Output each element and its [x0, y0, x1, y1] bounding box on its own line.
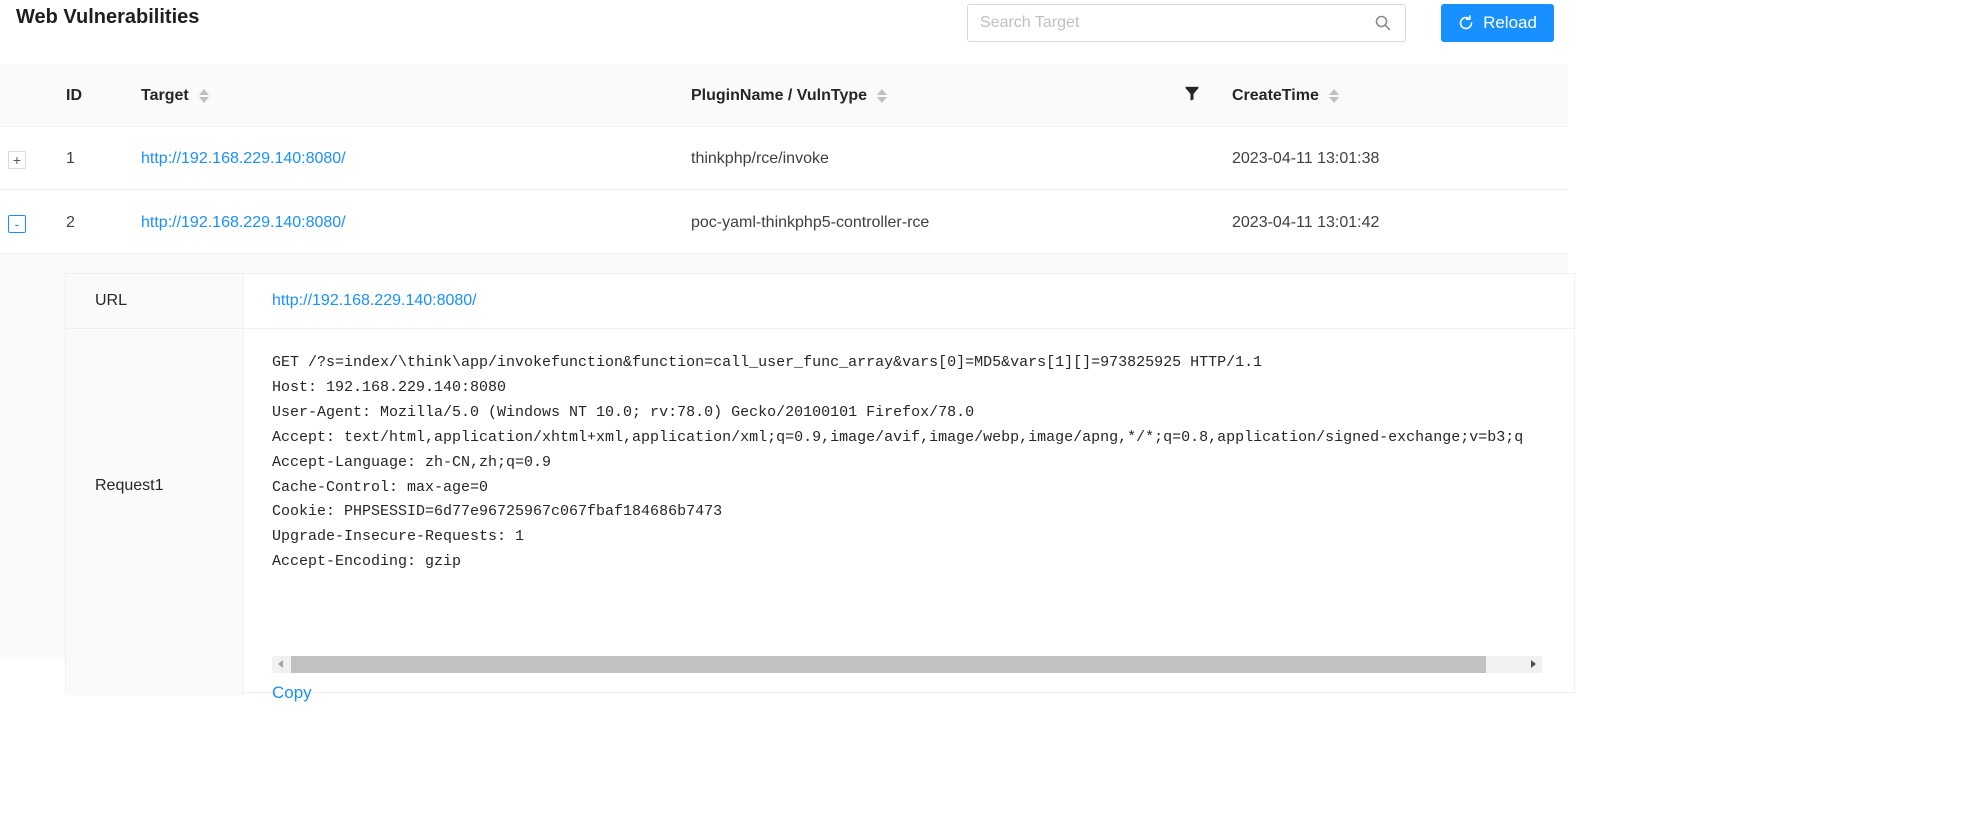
- url-label: URL: [66, 274, 244, 328]
- detail-table: URL http://192.168.229.140:8080/ Request…: [65, 273, 1575, 702]
- reload-label: Reload: [1483, 13, 1537, 32]
- horizontal-scrollbar[interactable]: [272, 656, 1542, 673]
- column-header-label: PluginName / VulnType: [691, 86, 868, 104]
- cell-target: http://192.168.229.140:8080/: [141, 127, 346, 190]
- column-header-target[interactable]: Target: [141, 64, 209, 127]
- table-row: + 1 http://192.168.229.140:8080/ thinkph…: [0, 127, 1568, 190]
- table-row: - 2 http://192.168.229.140:8080/ poc-yam…: [0, 191, 1568, 254]
- sort-icon[interactable]: [198, 88, 209, 103]
- reload-icon: [1459, 15, 1473, 30]
- url-value-cell: http://192.168.229.140:8080/: [244, 274, 1574, 328]
- request-label-text: Request1: [95, 477, 164, 494]
- cell-plugin: poc-yaml-thinkphp5-controller-rce: [691, 213, 930, 231]
- scroll-left-icon[interactable]: [278, 660, 283, 668]
- request-label: Request1: [66, 329, 244, 695]
- cell-target: http://192.168.229.140:8080/: [141, 191, 346, 254]
- column-header-id: ID: [66, 64, 82, 127]
- cell-id: 1: [66, 149, 75, 167]
- search-input[interactable]: [980, 5, 1360, 41]
- sort-icon[interactable]: [1328, 88, 1339, 103]
- column-header-createtime[interactable]: CreateTime: [1232, 64, 1339, 127]
- filter-icon[interactable]: [1184, 86, 1200, 102]
- sort-icon[interactable]: [877, 88, 888, 103]
- column-header-label: ID: [66, 86, 82, 104]
- table-header: ID Target PluginName / VulnType CreateTi…: [0, 64, 1568, 127]
- search-box[interactable]: [967, 4, 1406, 42]
- reload-button[interactable]: Reload: [1441, 4, 1554, 42]
- target-link[interactable]: http://192.168.229.140:8080/: [141, 150, 346, 168]
- page-title: Web Vulnerabilities: [16, 6, 200, 28]
- cell-plugin: thinkphp/rce/invoke: [691, 149, 829, 167]
- column-header-label: CreateTime: [1232, 86, 1319, 104]
- cell-createtime: 2023-04-11 13:01:42: [1232, 213, 1380, 231]
- cell-createtime: 2023-04-11 13:01:38: [1232, 149, 1380, 167]
- collapse-row-button[interactable]: -: [8, 215, 26, 233]
- expanded-row: URL http://192.168.229.140:8080/ Request…: [0, 254, 1575, 702]
- url-link[interactable]: http://192.168.229.140:8080/: [272, 292, 477, 310]
- copy-button[interactable]: Copy: [272, 683, 312, 703]
- expand-row-button[interactable]: +: [8, 151, 26, 169]
- request-raw-text: GET /?s=index/\think\app/invokefunction&…: [272, 354, 1524, 571]
- scroll-right-icon[interactable]: [1531, 660, 1536, 668]
- target-link[interactable]: http://192.168.229.140:8080/: [141, 214, 346, 232]
- scrollbar-thumb[interactable]: [291, 656, 1486, 673]
- cell-id: 2: [66, 213, 75, 231]
- column-header-label: Target: [141, 86, 189, 104]
- search-icon[interactable]: [1375, 15, 1391, 31]
- request-value-cell: GET /?s=index/\think\app/invokefunction&…: [244, 329, 1574, 702]
- column-header-pluginname[interactable]: PluginName / VulnType: [691, 64, 888, 127]
